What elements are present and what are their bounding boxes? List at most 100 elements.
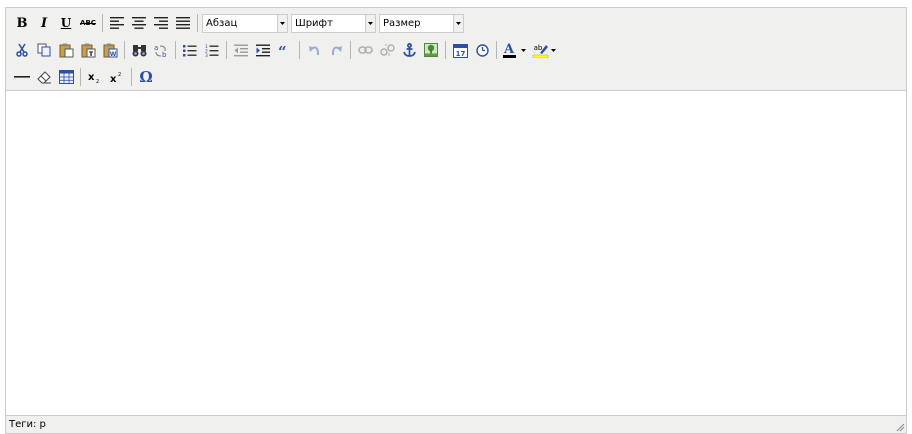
svg-text:x: x [88, 72, 95, 83]
toolbar-separator [80, 68, 81, 86]
svg-text:W: W [109, 51, 116, 58]
unlink-icon [379, 44, 395, 56]
toolbar-row-1: B I U ABC Абзац Шрифт Размер [12, 12, 467, 34]
chevron-down-icon [453, 14, 463, 32]
superscript-icon: x2 [110, 72, 121, 83]
format-select[interactable]: Абзац [202, 13, 288, 33]
toolbar-separator [496, 41, 497, 59]
subscript-button[interactable]: x2 [85, 67, 105, 87]
align-center-button[interactable] [129, 13, 149, 33]
toolbar-separator [124, 41, 125, 59]
bold-button[interactable]: B [12, 13, 32, 33]
insert-link-button[interactable] [355, 40, 375, 60]
toolbar-separator [350, 41, 351, 59]
element-path: Теги: p [9, 419, 46, 430]
svg-text:a: a [154, 44, 158, 52]
insert-time-button[interactable] [472, 40, 492, 60]
paste-text-button[interactable]: T [78, 40, 98, 60]
unlink-button[interactable] [377, 40, 397, 60]
outdent-icon [234, 44, 248, 56]
toolbar-row-3: x2 x2 Ω [12, 66, 158, 88]
binoculars-icon [132, 44, 146, 56]
superscript-button[interactable]: x2 [107, 67, 127, 87]
redo-button[interactable] [326, 40, 346, 60]
replace-button[interactable]: ab [151, 40, 171, 60]
eraser-icon [36, 70, 51, 83]
anchor-button[interactable] [399, 40, 419, 60]
chevron-down-icon [277, 14, 287, 32]
highlight-color-icon: ab [532, 44, 556, 58]
insert-image-button[interactable] [421, 40, 441, 60]
svg-text:2: 2 [96, 79, 99, 83]
redo-icon [331, 46, 342, 55]
highlight-glyph: ab [534, 44, 543, 52]
quote-icon: “ [278, 44, 287, 56]
paste-button[interactable] [56, 40, 76, 60]
clock-icon [475, 43, 489, 57]
svg-text:x: x [110, 74, 117, 83]
align-left-icon [110, 17, 124, 29]
toolbar-row-2: T W ab 123 “ 17 A ab [12, 39, 561, 61]
subscript-icon: x2 [88, 72, 99, 83]
indent-button[interactable] [253, 40, 273, 60]
scissors-icon [16, 43, 28, 57]
text-color-button[interactable]: A [501, 40, 529, 60]
outdent-button[interactable] [231, 40, 251, 60]
italic-button[interactable]: I [34, 13, 54, 33]
align-justify-button[interactable] [173, 13, 193, 33]
copy-button[interactable] [34, 40, 54, 60]
toolbar-separator [197, 14, 198, 32]
undo-button[interactable] [304, 40, 324, 60]
paste-icon [59, 43, 73, 57]
svg-text:b: b [162, 51, 167, 58]
link-icon [357, 46, 373, 54]
horizontal-rule-button[interactable] [12, 67, 32, 87]
size-select[interactable]: Размер [379, 13, 464, 33]
rich-text-editor: B I U ABC Абзац Шрифт Размер T W a b 1 2… [5, 7, 907, 434]
paste-word-icon: W [103, 43, 117, 58]
paste-word-button[interactable]: W [100, 40, 120, 60]
size-select-value: Размер [383, 17, 421, 29]
resize-handle-icon[interactable] [895, 422, 905, 432]
bullet-list-icon [183, 44, 197, 56]
underline-icon: U [60, 16, 72, 30]
align-left-button[interactable] [107, 13, 127, 33]
find-button[interactable] [129, 40, 149, 60]
format-select-value: Абзац [206, 17, 238, 29]
remove-format-button[interactable] [34, 67, 54, 87]
insert-table-button[interactable] [56, 67, 76, 87]
toolbar-separator [175, 41, 176, 59]
numbered-list-button[interactable]: 123 [202, 40, 222, 60]
strikethrough-icon: ABC [80, 19, 96, 27]
svg-text:3: 3 [205, 53, 208, 57]
toolbar-separator [299, 41, 300, 59]
toolbar-separator [445, 41, 446, 59]
cut-button[interactable] [12, 40, 32, 60]
insert-date-button[interactable]: 17 [450, 40, 470, 60]
svg-text:2: 2 [118, 72, 121, 78]
underline-button[interactable]: U [56, 13, 76, 33]
indent-icon [256, 44, 270, 56]
copy-icon [37, 43, 51, 57]
highlight-color-button[interactable]: ab [531, 40, 559, 60]
calendar-icon: 17 [452, 43, 468, 58]
blockquote-button[interactable]: “ [275, 40, 295, 60]
special-char-button[interactable]: Ω [136, 67, 156, 87]
svg-text:17: 17 [455, 50, 465, 58]
align-justify-icon [176, 17, 190, 29]
anchor-icon [402, 43, 416, 57]
bullet-list-button[interactable] [180, 40, 200, 60]
bold-icon: B [16, 15, 28, 31]
strikethrough-button[interactable]: ABC [78, 13, 98, 33]
horizontal-rule-icon [14, 76, 30, 78]
italic-icon: I [40, 15, 48, 31]
align-right-button[interactable] [151, 13, 171, 33]
text-color-glyph: A [503, 42, 515, 57]
font-select[interactable]: Шрифт [291, 13, 376, 33]
toolbar-separator [131, 68, 132, 86]
text-color-icon: A [503, 42, 526, 58]
toolbar-separator [226, 41, 227, 59]
editor-content-area[interactable] [6, 91, 906, 417]
font-select-value: Шрифт [295, 17, 333, 29]
undo-icon [308, 46, 319, 55]
